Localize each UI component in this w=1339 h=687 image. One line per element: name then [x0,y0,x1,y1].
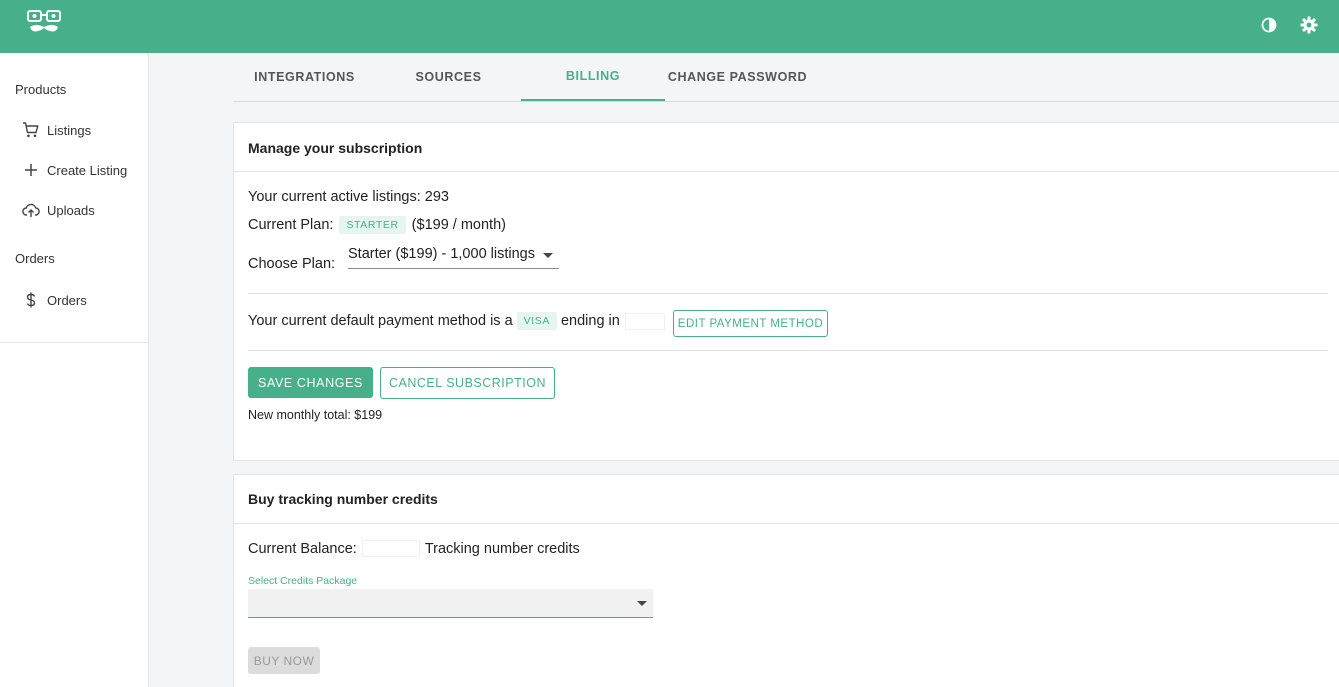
sidebar: Products Listings Create Listing Uploads… [0,53,149,687]
sidebar-item-orders[interactable]: Orders [22,289,87,311]
sidebar-item-label: Create Listing [47,162,128,178]
plus-icon [25,164,37,176]
tab-billing[interactable]: BILLING [521,53,665,101]
plan-chip: STARTER [339,216,406,234]
card-divider [234,171,1339,172]
choose-plan-label: Choose Plan: [248,256,336,272]
sidebar-item-label: Orders [47,292,87,308]
caret-down-icon [637,601,647,606]
top-app-bar [0,0,1339,53]
card-brand-chip: VISA [516,312,557,330]
gear-icon[interactable] [1299,15,1319,35]
credits-card: Buy tracking number credits Current Bala… [233,474,1339,687]
balance-suffix: Tracking number credits [424,540,580,557]
edit-payment-method-button[interactable]: EDIT PAYMENT METHOD [673,310,828,337]
balance-value [361,540,420,557]
payment-text-prefix: Your current default payment method is a [248,313,513,329]
cloud-upload-icon [22,203,40,217]
current-balance-row: Current Balance: Tracking number credits [248,540,580,557]
dollar-icon [26,292,36,308]
sidebar-item-create-listing[interactable]: Create Listing [22,159,127,181]
contrast-icon[interactable] [1259,15,1279,35]
card-divider [234,523,1339,524]
credits-package-label: Select Credits Package [248,575,358,587]
plan-select-value: Starter ($199) - 1,000 listings [348,246,535,262]
buy-now-button[interactable]: BUY NOW [248,647,320,674]
current-plan-price: ($199 / month) [411,217,506,233]
cart-icon [23,122,39,138]
mustache-glasses-logo[interactable] [26,8,62,36]
current-plan-label: Current Plan: [248,217,334,233]
caret-down-icon [543,253,553,258]
sidebar-item-uploads[interactable]: Uploads [22,199,95,221]
save-changes-button[interactable]: SAVE CHANGES [248,367,373,398]
tab-sources[interactable]: SOURCES [376,53,521,101]
cancel-subscription-button[interactable]: CANCEL SUBSCRIPTION [380,367,555,399]
subscription-card: Manage your subscription Your current ac… [233,122,1339,461]
sidebar-divider [0,342,148,343]
payment-method-row: Your current default payment method is a… [248,312,670,330]
card-last-digits [624,312,665,330]
section-divider [248,350,1328,351]
current-plan-row: Current Plan: STARTER ($199 / month) [248,216,506,234]
card-title: Manage your subscription [248,140,423,156]
tab-integrations[interactable]: INTEGRATIONS [233,53,376,101]
credits-package-select[interactable] [248,589,653,618]
plan-select[interactable]: Starter ($199) - 1,000 listings [348,245,559,269]
new-monthly-total: New monthly total: $199 [248,408,383,422]
sidebar-item-label: Uploads [47,202,95,218]
tab-change-password[interactable]: CHANGE PASSWORD [665,53,810,101]
sidebar-group-products: Products [15,82,67,97]
active-listings-text: Your current active listings: 293 [248,189,449,205]
sidebar-item-listings[interactable]: Listings [22,119,91,141]
card-title: Buy tracking number credits [248,491,438,507]
section-divider [248,293,1328,294]
balance-label: Current Balance: [248,540,357,557]
settings-tabs: INTEGRATIONS SOURCES BILLING CHANGE PASS… [233,53,1339,102]
payment-text-suffix: ending in [560,313,620,329]
sidebar-item-label: Listings [47,122,92,138]
sidebar-group-orders: Orders [15,251,55,266]
